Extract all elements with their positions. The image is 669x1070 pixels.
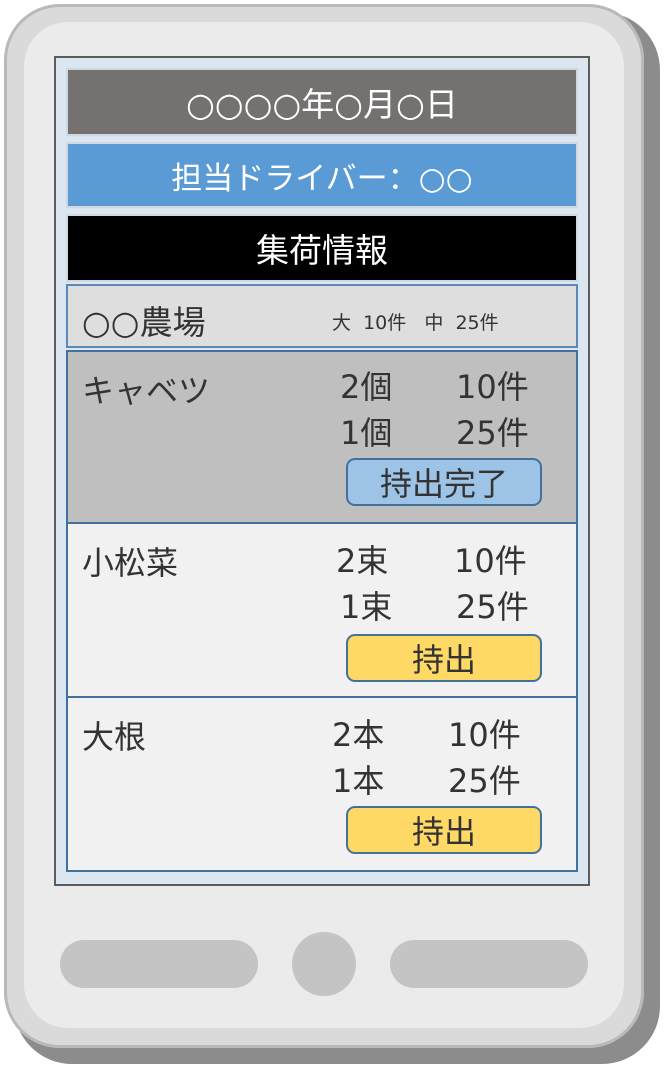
item-qty: 2本 bbox=[332, 716, 385, 754]
item-name: 小松菜 bbox=[82, 544, 179, 582]
item-qty: 2束 bbox=[336, 542, 389, 580]
farm-row: ○○農場 大 10件 中 25件 bbox=[66, 284, 578, 348]
back-hardware-button[interactable] bbox=[60, 940, 258, 988]
item-qty: 1本 bbox=[332, 762, 385, 800]
item-count: 25件 bbox=[456, 588, 529, 626]
item-card-cabbage: キャベツ 2個 10件 1個 25件 持出完了 bbox=[66, 350, 578, 524]
take-out-button[interactable]: 持出 bbox=[346, 634, 542, 682]
date-header: ○○○○年○月○日 bbox=[66, 68, 578, 136]
menu-hardware-button[interactable] bbox=[390, 940, 588, 988]
item-count: 10件 bbox=[456, 368, 529, 406]
home-hardware-button[interactable] bbox=[292, 932, 356, 996]
item-name: 大根 bbox=[82, 718, 147, 756]
farm-name: ○○農場 bbox=[82, 303, 206, 342]
take-out-complete-button[interactable]: 持出完了 bbox=[346, 458, 542, 506]
item-count: 25件 bbox=[448, 762, 521, 800]
phone-screen: ○○○○年○月○日 担当ドライバー：○○ 集荷情報 ○○農場 大 10件 中 2… bbox=[54, 56, 590, 886]
item-qty: 1個 bbox=[340, 414, 393, 452]
section-title: 集荷情報 bbox=[66, 214, 578, 282]
item-count: 25件 bbox=[456, 414, 529, 452]
item-count: 10件 bbox=[448, 716, 521, 754]
driver-header: 担当ドライバー：○○ bbox=[66, 142, 578, 208]
screen-content: ○○○○年○月○日 担当ドライバー：○○ 集荷情報 ○○農場 大 10件 中 2… bbox=[66, 68, 578, 872]
farm-summary: 大 10件 中 25件 bbox=[332, 312, 499, 334]
item-card-komatsuna: 小松菜 2束 10件 1束 25件 持出 bbox=[66, 524, 578, 698]
take-out-button[interactable]: 持出 bbox=[346, 806, 542, 854]
item-card-daikon: 大根 2本 10件 1本 25件 持出 bbox=[66, 698, 578, 872]
item-count: 10件 bbox=[454, 542, 527, 580]
item-name: キャベツ bbox=[82, 372, 211, 410]
item-qty: 2個 bbox=[340, 368, 393, 406]
item-qty: 1束 bbox=[340, 588, 393, 626]
